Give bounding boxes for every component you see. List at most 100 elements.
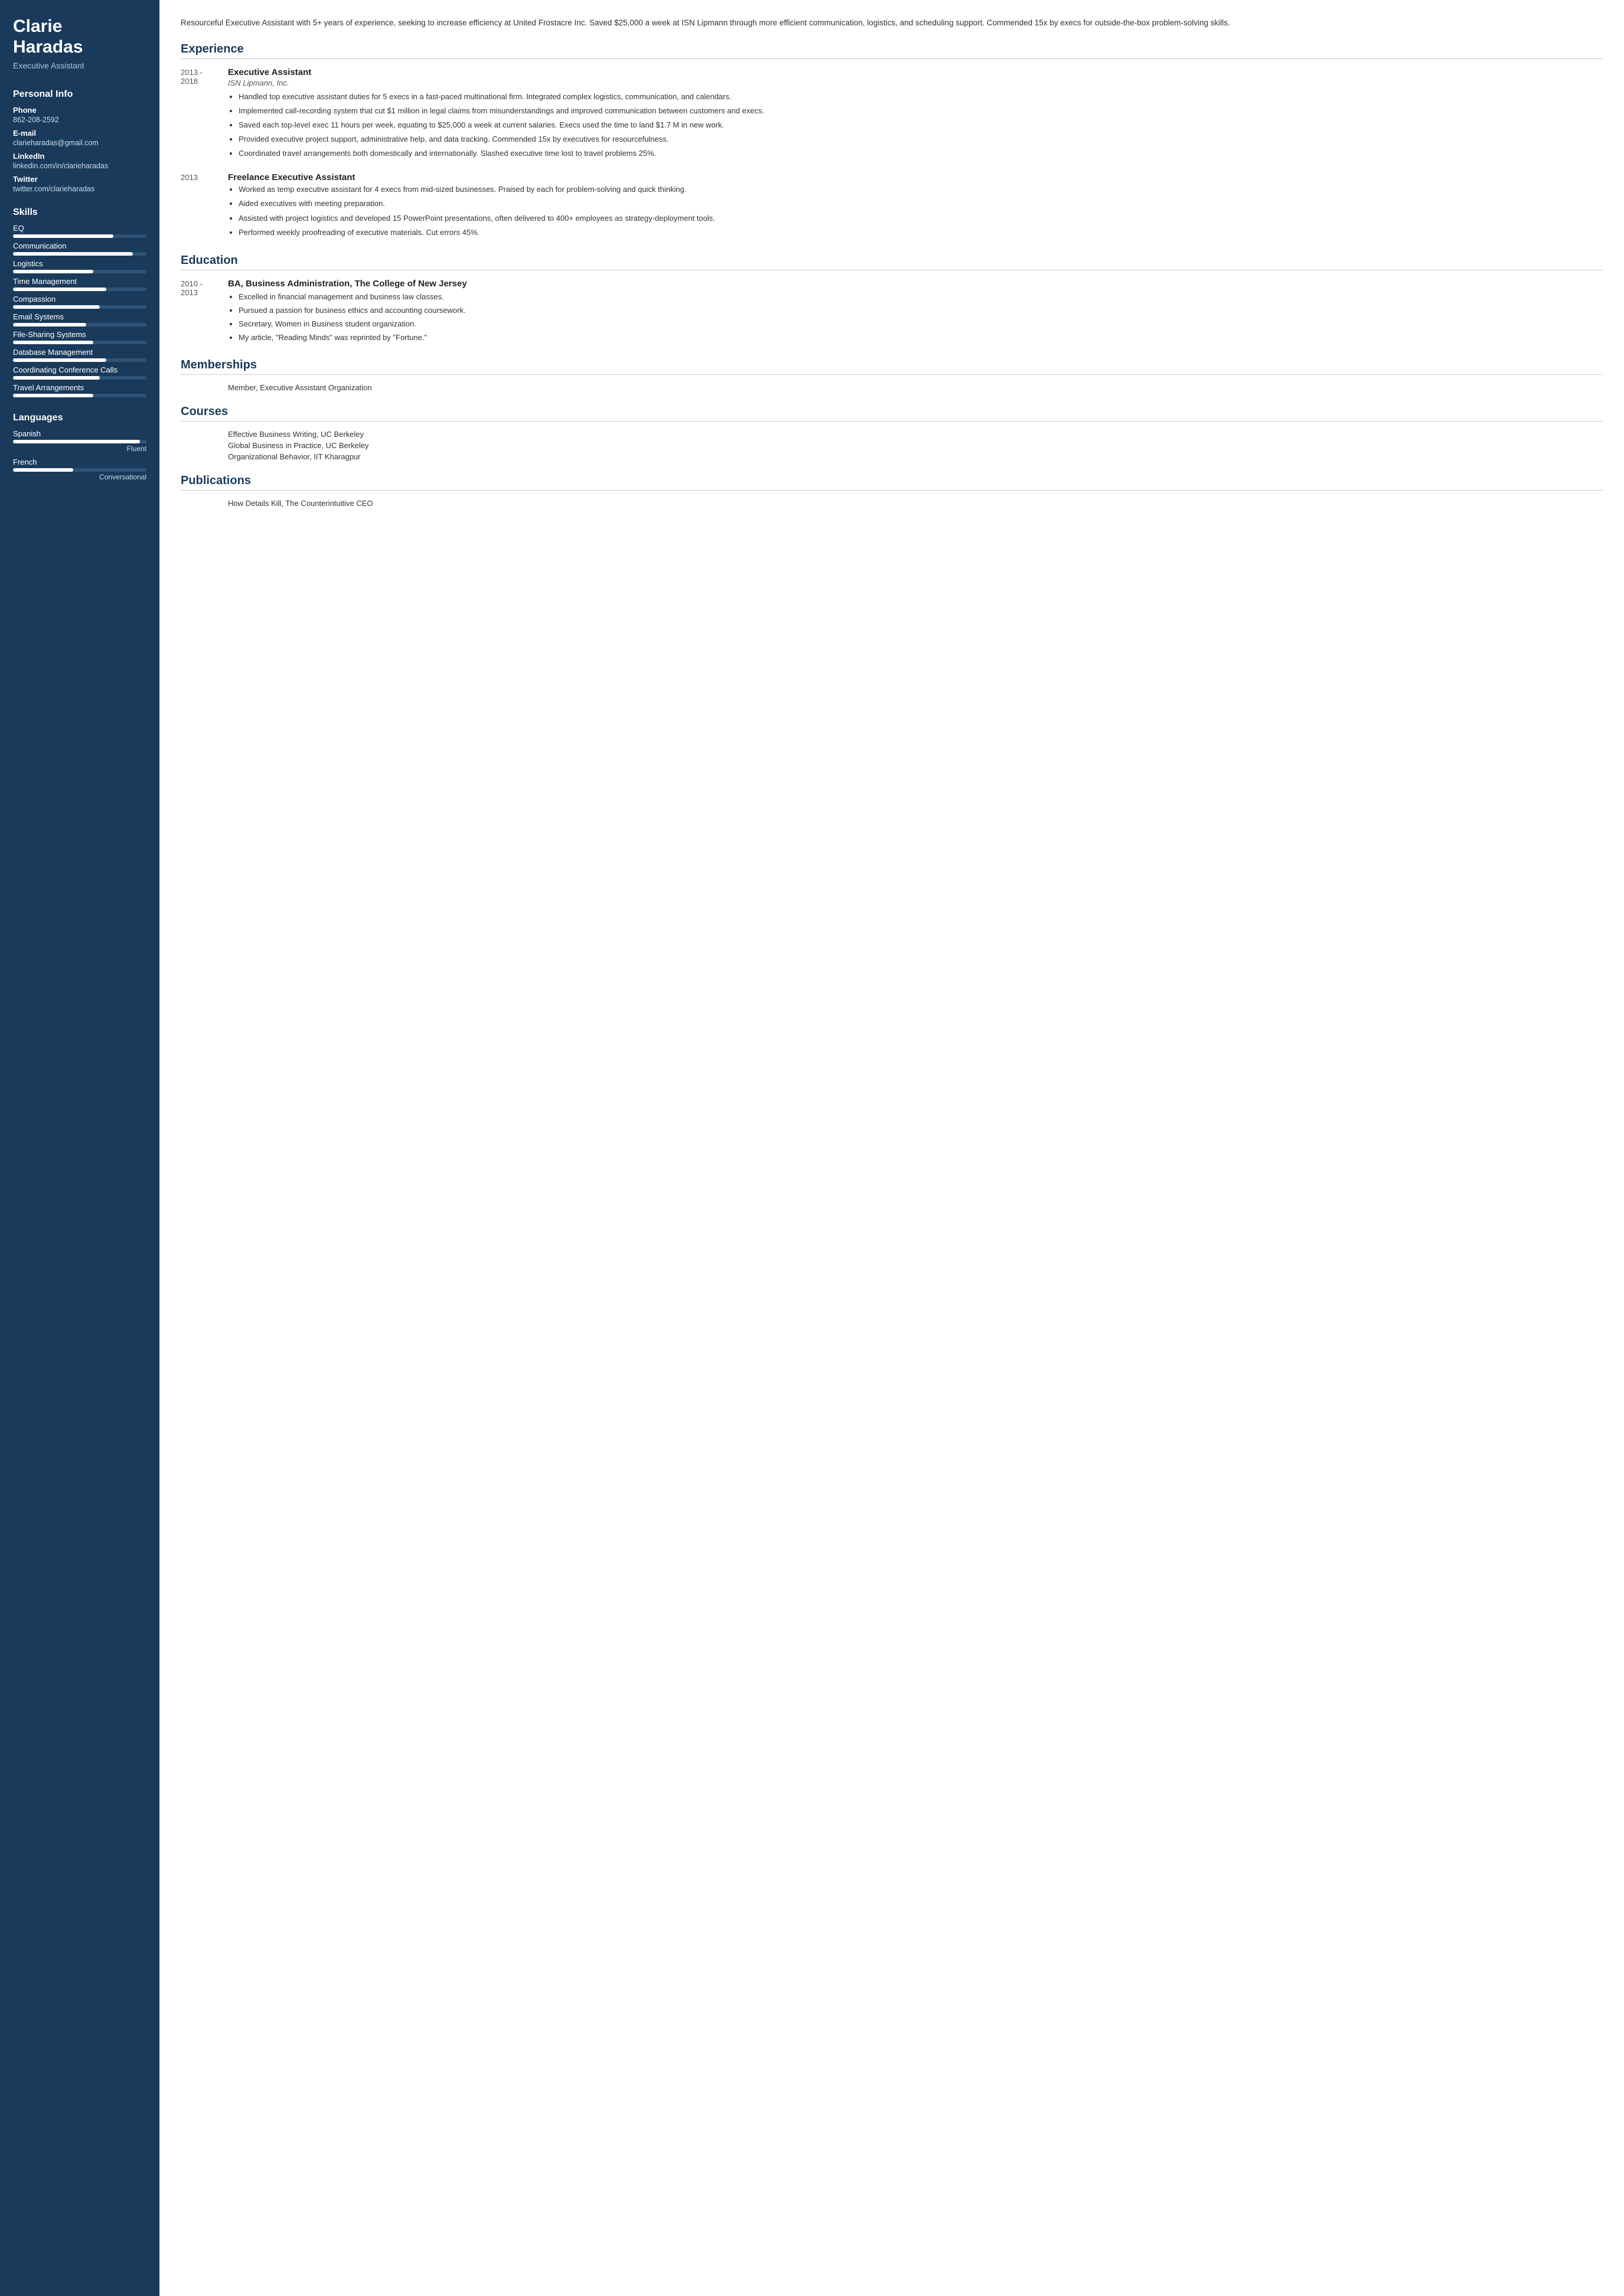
twitter-label: Twitter — [13, 175, 146, 184]
language-name: French — [13, 458, 146, 466]
skill-bar-bg — [13, 305, 146, 309]
skill-bar-fill — [13, 341, 93, 344]
language-name: Spanish — [13, 429, 146, 438]
edu-date: 2010 - 2013 — [181, 279, 228, 346]
sidebar-header: Clarie Haradas Executive Assistant — [0, 0, 159, 81]
edu-bullet: My article, "Reading Minds" was reprinte… — [239, 332, 1603, 344]
skill-item: Coordinating Conference Calls — [13, 365, 146, 380]
edu-content: BA, Business Administration, The College… — [228, 279, 1603, 346]
language-level: Conversational — [13, 473, 146, 481]
exp-job-title: Executive Assistant — [228, 67, 1603, 77]
skill-bar-bg — [13, 288, 146, 291]
language-item: French Conversational — [13, 458, 146, 481]
membership-entry: Member, Executive Assistant Organization — [181, 383, 1603, 392]
exp-bullets: Handled top executive assistant duties f… — [228, 91, 1603, 160]
language-level: Fluent — [13, 445, 146, 453]
language-bar-fill — [13, 440, 140, 443]
skill-item: EQ — [13, 224, 146, 238]
courses-section: Courses Effective Business Writing, UC B… — [181, 405, 1603, 461]
skill-bar-bg — [13, 341, 146, 344]
language-bar-bg — [13, 468, 146, 472]
name-line2: Haradas — [13, 37, 83, 57]
edu-bullet: Excelled in financial management and bus… — [239, 291, 1603, 303]
skill-bar-fill — [13, 358, 106, 362]
exp-content: Executive Assistant ISN Lipmann, Inc. Hand… — [228, 67, 1603, 162]
publications-title: Publications — [181, 474, 1603, 491]
phone-label: Phone — [13, 106, 146, 115]
experience-list: 2013 - 2018Executive Assistant ISN Lipman… — [181, 67, 1603, 241]
skills-section: Skills EQ Communication Logistics Time Mana… — [0, 199, 159, 404]
exp-job-title: Freelance Executive Assistant — [228, 172, 1603, 182]
edu-bullet: Secretary, Women in Business student org… — [239, 318, 1603, 330]
skill-name: Coordinating Conference Calls — [13, 365, 146, 374]
skill-bar-bg — [13, 376, 146, 380]
phone-value: 862-208-2592 — [13, 116, 146, 124]
languages-section: Languages Spanish Fluent French Conversatio… — [0, 404, 159, 487]
exp-content: Freelance Executive Assistant Worked as t… — [228, 172, 1603, 241]
skill-bar-bg — [13, 358, 146, 362]
languages-title: Languages — [13, 413, 146, 423]
summary-text: Resourceful Executive Assistant with 5+ … — [181, 17, 1603, 30]
skill-bar-fill — [13, 376, 100, 380]
language-item: Spanish Fluent — [13, 429, 146, 453]
skill-bar-bg — [13, 252, 146, 256]
education-list: 2010 - 2013BA, Business Administration, … — [181, 279, 1603, 346]
skill-name: EQ — [13, 224, 146, 233]
sidebar: Clarie Haradas Executive Assistant Perso… — [0, 0, 159, 2296]
candidate-name: Clarie Haradas — [13, 17, 146, 57]
linkedin-label: LinkedIn — [13, 152, 146, 161]
skill-bar-fill — [13, 234, 113, 238]
exp-bullet: Assisted with project logistics and deve… — [239, 213, 1603, 224]
skills-list: EQ Communication Logistics Time Management C… — [13, 224, 146, 397]
personal-info-title: Personal Info — [13, 89, 146, 100]
skill-bar-bg — [13, 234, 146, 238]
exp-company: ISN Lipmann, Inc. — [228, 79, 1603, 87]
skill-name: Email Systems — [13, 312, 146, 321]
skill-name: Compassion — [13, 295, 146, 303]
education-entry: 2010 - 2013BA, Business Administration, … — [181, 279, 1603, 346]
course-text: Organizational Behavior, IIT Kharagpur — [228, 452, 361, 461]
language-bar-bg — [13, 440, 146, 443]
email-value: clarieharadas@gmail.com — [13, 139, 146, 147]
courses-title: Courses — [181, 405, 1603, 422]
skill-bar-fill — [13, 270, 93, 273]
skill-bar-bg — [13, 270, 146, 273]
exp-bullet: Worked as temp executive assistant for 4… — [239, 184, 1603, 195]
languages-list: Spanish Fluent French Conversational — [13, 429, 146, 481]
publications-section: Publications How Details Kill, The Count… — [181, 474, 1603, 508]
course-entry: Global Business in Practice, UC Berkeley — [181, 441, 1603, 450]
exp-bullet: Coordinated travel arrangements both dom… — [239, 148, 1603, 159]
pub-spacer — [181, 499, 228, 508]
course-spacer — [181, 441, 228, 450]
skill-name: Logistics — [13, 259, 146, 268]
skill-bar-bg — [13, 323, 146, 326]
exp-bullet: Implemented call-recording system that c… — [239, 105, 1603, 117]
experience-title: Experience — [181, 43, 1603, 59]
exp-date: 2013 - 2018 — [181, 67, 228, 162]
skill-name: Time Management — [13, 277, 146, 286]
skill-item: Travel Arrangements — [13, 383, 146, 397]
course-spacer — [181, 452, 228, 461]
twitter-value: twitter.com/clarieharadas — [13, 185, 146, 193]
skill-bar-fill — [13, 305, 100, 309]
skill-item: Time Management — [13, 277, 146, 291]
pub-text: How Details Kill, The Counterintuitive C… — [228, 499, 373, 508]
edu-degree: BA, Business Administration, The College… — [228, 279, 1603, 289]
course-text: Effective Business Writing, UC Berkeley — [228, 430, 364, 439]
education-title: Education — [181, 254, 1603, 270]
skill-item: Communication — [13, 241, 146, 256]
course-entry: Effective Business Writing, UC Berkeley — [181, 430, 1603, 439]
course-spacer — [181, 430, 228, 439]
skills-title: Skills — [13, 207, 146, 218]
exp-bullet: Provided executive project support, admi… — [239, 133, 1603, 145]
exp-bullet: Performed weekly proofreading of executi… — [239, 227, 1603, 239]
skill-item: Database Management — [13, 348, 146, 362]
language-bar-fill — [13, 468, 73, 472]
skill-item: Email Systems — [13, 312, 146, 326]
skill-name: Travel Arrangements — [13, 383, 146, 392]
memberships-section: Memberships Member, Executive Assistant … — [181, 358, 1603, 392]
exp-date: 2013 — [181, 172, 228, 241]
publication-entry: How Details Kill, The Counterintuitive C… — [181, 499, 1603, 508]
skill-item: Logistics — [13, 259, 146, 273]
membership-spacer — [181, 383, 228, 392]
